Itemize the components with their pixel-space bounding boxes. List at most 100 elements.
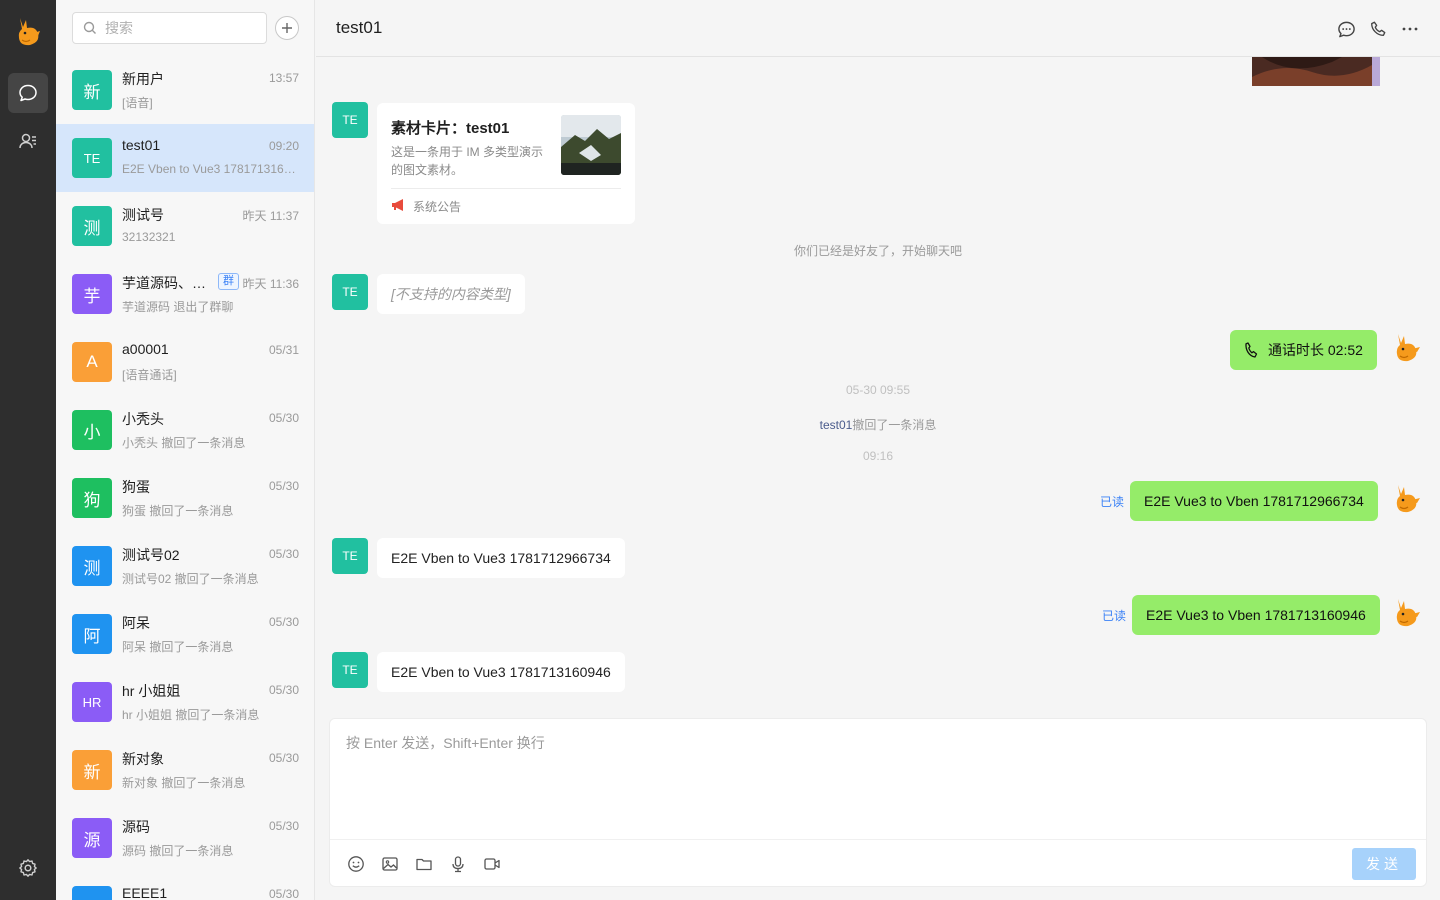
conversation-preview: 测试号02 撤回了一条消息 <box>122 572 259 586</box>
conversation-item[interactable]: 测测试号02 05/30 测试号02 撤回了一条消息 <box>56 532 314 600</box>
conversation-name: test01 <box>122 137 161 153</box>
incoming-message-bubble[interactable]: E2E Vben to Vue3 1781713160946 <box>377 652 625 692</box>
send-button[interactable]: 发送 <box>1352 848 1416 880</box>
conversation-preview: E2E Vben to Vue3 1781713160946 <box>122 162 300 176</box>
chat-bubble-icon <box>19 84 37 102</box>
outgoing-message-bubble[interactable]: E2E Vue3 to Vben 1781712966734 <box>1130 481 1378 521</box>
card-title: 素材卡片：test01 <box>391 120 510 137</box>
message-area[interactable]: TE 素材卡片：test01 这是一条用于 IM 多类型演示的图文素材。 系统公… <box>316 57 1440 717</box>
conversation-item[interactable]: TE test01 09:20 E2E Vben to Vue3 1781713160… <box>56 124 314 192</box>
chat-icon <box>1337 21 1355 37</box>
conversation-item[interactable]: 小小秃头 05/30 小秃头 撤回了一条消息 <box>56 396 314 464</box>
nav-settings-button[interactable] <box>8 848 48 888</box>
conversation-name: 阿呆 <box>122 615 150 631</box>
conversation-item[interactable]: 芋芋道源码、测试号群昨天 11:36 芋道源码 退出了群聊 <box>56 260 314 328</box>
conversation-avatar: TE <box>72 138 112 178</box>
card-source: 系统公告 <box>413 200 462 214</box>
conversation-item[interactable]: HR hr 小姐姐 05/30 hr 小姐姐 撤回了一条消息 <box>56 668 314 736</box>
self-avatar[interactable] <box>1392 481 1422 515</box>
add-conversation-button[interactable] <box>275 16 299 40</box>
voice-button[interactable] <box>448 854 468 874</box>
incoming-message-bubble[interactable]: E2E Vben to Vue3 1781712966734 <box>377 538 625 578</box>
nav-chat-button[interactable] <box>8 73 48 113</box>
conversation-item[interactable]: 测测试号 昨天 11:37 32132321 <box>56 192 314 260</box>
conversation-avatar: 测 <box>72 206 112 246</box>
conversation-time: 05/30 <box>268 887 299 900</box>
search-input[interactable] <box>105 20 255 36</box>
conversation-avatar: 新 <box>72 750 112 790</box>
conversation-name: 新对象 <box>122 751 164 767</box>
read-status: 已读 <box>1102 609 1127 623</box>
read-status: 已读 <box>1100 495 1125 509</box>
app-logo-icon <box>18 18 40 46</box>
voice-call-button[interactable] <box>1367 18 1389 40</box>
conversation-avatar: A <box>72 342 112 382</box>
material-card-message[interactable]: 素材卡片：test01 这是一条用于 IM 多类型演示的图文素材。 系统公告 <box>377 103 635 224</box>
folder-icon <box>416 858 432 871</box>
call-duration-bubble[interactable]: 通话时长 02:52 <box>1230 330 1377 370</box>
conversation-time: 05/31 <box>268 343 299 357</box>
file-button[interactable] <box>414 854 434 874</box>
conversation-item[interactable]: 新新用户 13:57 [语音] <box>56 56 314 124</box>
call-duration-text: 通话时长 02:52 <box>1268 342 1363 358</box>
unsupported-message-bubble[interactable]: [不支持的内容类型] <box>377 274 525 314</box>
conversation-time: 09:20 <box>268 139 299 153</box>
card-thumbnail <box>561 115 621 175</box>
peer-avatar[interactable]: TE <box>332 102 368 138</box>
timestamp-divider: 05-30 09:55 <box>845 383 911 397</box>
conversation-name: a00001 <box>122 341 169 357</box>
search-icon <box>83 21 96 34</box>
conversation-avatar: 源 <box>72 818 112 858</box>
conversation-item[interactable]: 狗狗蛋 05/30 狗蛋 撤回了一条消息 <box>56 464 314 532</box>
conversation-preview: 狗蛋 撤回了一条消息 <box>122 504 234 518</box>
video-button[interactable] <box>482 854 502 874</box>
chat-history-button[interactable] <box>1335 18 1357 40</box>
conversation-name: 测试号02 <box>122 547 180 563</box>
more-icon <box>1402 27 1418 31</box>
nav-contacts-button[interactable] <box>8 121 48 161</box>
message-composer: 发送 <box>329 718 1427 887</box>
card-divider <box>391 188 621 189</box>
conversation-item[interactable]: Aa00001 05/31 [语音通话] <box>56 328 314 396</box>
conversation-preview: 小秃头 撤回了一条消息 <box>122 436 246 450</box>
emoji-button[interactable] <box>346 854 366 874</box>
image-button[interactable] <box>380 854 400 874</box>
conversation-time: 05/30 <box>268 683 299 697</box>
timestamp-divider: 09:16 <box>862 449 894 463</box>
peer-avatar[interactable]: TE <box>332 538 368 574</box>
conversation-item[interactable]: 源源码 05/30 源码 撤回了一条消息 <box>56 804 314 872</box>
conversation-time: 05/30 <box>268 751 299 765</box>
conversation-item[interactable]: 新新对象 05/30 新对象 撤回了一条消息 <box>56 736 314 804</box>
conversation-items: 新新用户 13:57 [语音] TE test01 09:20 E2E Vben to Vu… <box>56 56 314 900</box>
conversation-avatar: HR <box>72 682 112 722</box>
conversation-name: 小秃头 <box>122 411 164 427</box>
conversation-preview: 芋道源码 退出了群聊 <box>122 300 234 314</box>
self-avatar[interactable] <box>1392 330 1422 364</box>
phone-icon <box>1371 21 1386 36</box>
conversation-name: 测试号 <box>122 207 164 223</box>
conversation-time: 05/30 <box>268 547 299 561</box>
self-avatar[interactable] <box>1392 595 1422 629</box>
outgoing-message-bubble[interactable]: E2E Vue3 to Vben 1781713160946 <box>1132 595 1380 635</box>
conversation-item[interactable]: 阿阿呆 05/30 阿呆 撤回了一条消息 <box>56 600 314 668</box>
chat-title: test01 <box>336 18 383 37</box>
search-box[interactable] <box>72 12 267 44</box>
gear-icon <box>19 859 37 877</box>
conversation-preview: 32132321 <box>122 230 176 244</box>
recall-notice: test01撤回了一条消息 <box>316 416 1440 433</box>
conversation-item[interactable]: EEEE1 05/30 <box>56 872 314 900</box>
conversation-preview: 新对象 撤回了一条消息 <box>122 776 246 790</box>
conversation-preview: 源码 撤回了一条消息 <box>122 844 234 858</box>
conversation-name: 狗蛋 <box>122 479 150 495</box>
conversation-name: 新用户 <box>122 71 164 87</box>
emoji-icon <box>348 856 364 872</box>
conversation-preview: hr 小姐姐 撤回了一条消息 <box>122 708 260 722</box>
message-input[interactable] <box>346 733 1406 833</box>
peer-avatar[interactable]: TE <box>332 274 368 310</box>
more-options-button[interactable] <box>1399 18 1421 40</box>
image-message-thumbnail[interactable] <box>1252 57 1380 86</box>
conversation-name: 源码 <box>122 819 150 835</box>
peer-avatar[interactable]: TE <box>332 652 368 688</box>
conversation-time: 昨天 11:37 <box>242 209 299 223</box>
conversation-list-panel: 新新用户13:57[语音] TE test01 09:20 E2E Vben to Vu… <box>56 0 315 900</box>
